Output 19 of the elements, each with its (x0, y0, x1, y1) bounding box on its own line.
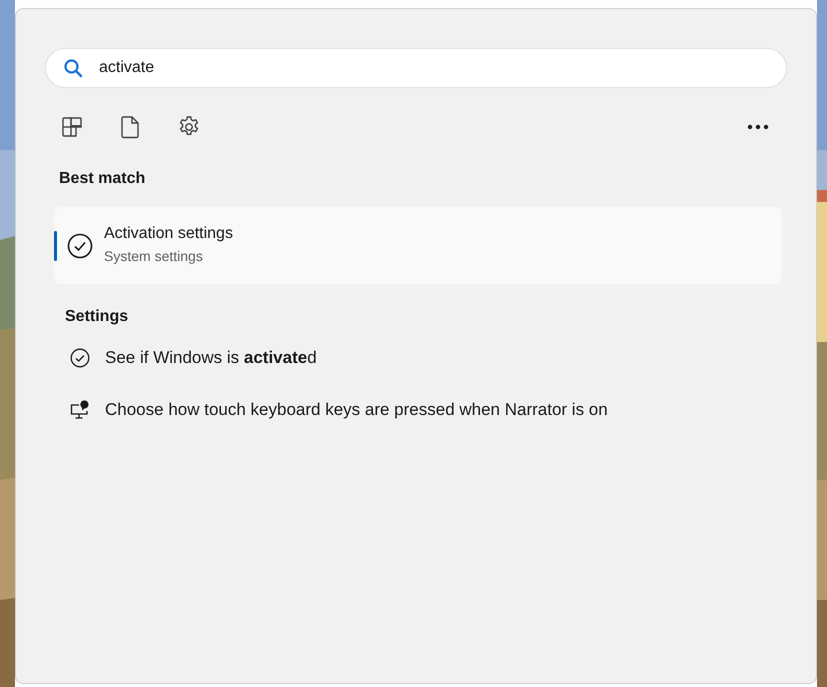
search-field[interactable]: activate (45, 48, 787, 88)
section-heading: Best match (58, 170, 146, 188)
result-text: See if Windows is activated (105, 348, 317, 368)
document-icon (119, 115, 141, 139)
result-subtitle: System settings (104, 248, 204, 264)
monitor-icon (70, 400, 90, 420)
grid-icon (61, 116, 83, 138)
setting-result[interactable]: See if Windows is activated (45, 338, 787, 378)
check-circle-icon (67, 232, 93, 258)
more-icon (747, 124, 769, 130)
result-title: Activation settings (104, 225, 233, 243)
check-circle-icon (70, 348, 90, 368)
result-text: Choose how touch keyboard keys are pressed when Narrator is on (105, 400, 608, 420)
documents-filter-button[interactable] (119, 115, 141, 139)
best-match-result[interactable]: Activation settings System settings (54, 207, 782, 284)
setting-result[interactable]: Choose how touch keyboard keys are pressed when Narrator is on (45, 390, 787, 430)
section-heading: Settings (64, 308, 130, 326)
apps-filter-button[interactable] (61, 116, 83, 138)
more-options-button[interactable] (747, 124, 769, 130)
